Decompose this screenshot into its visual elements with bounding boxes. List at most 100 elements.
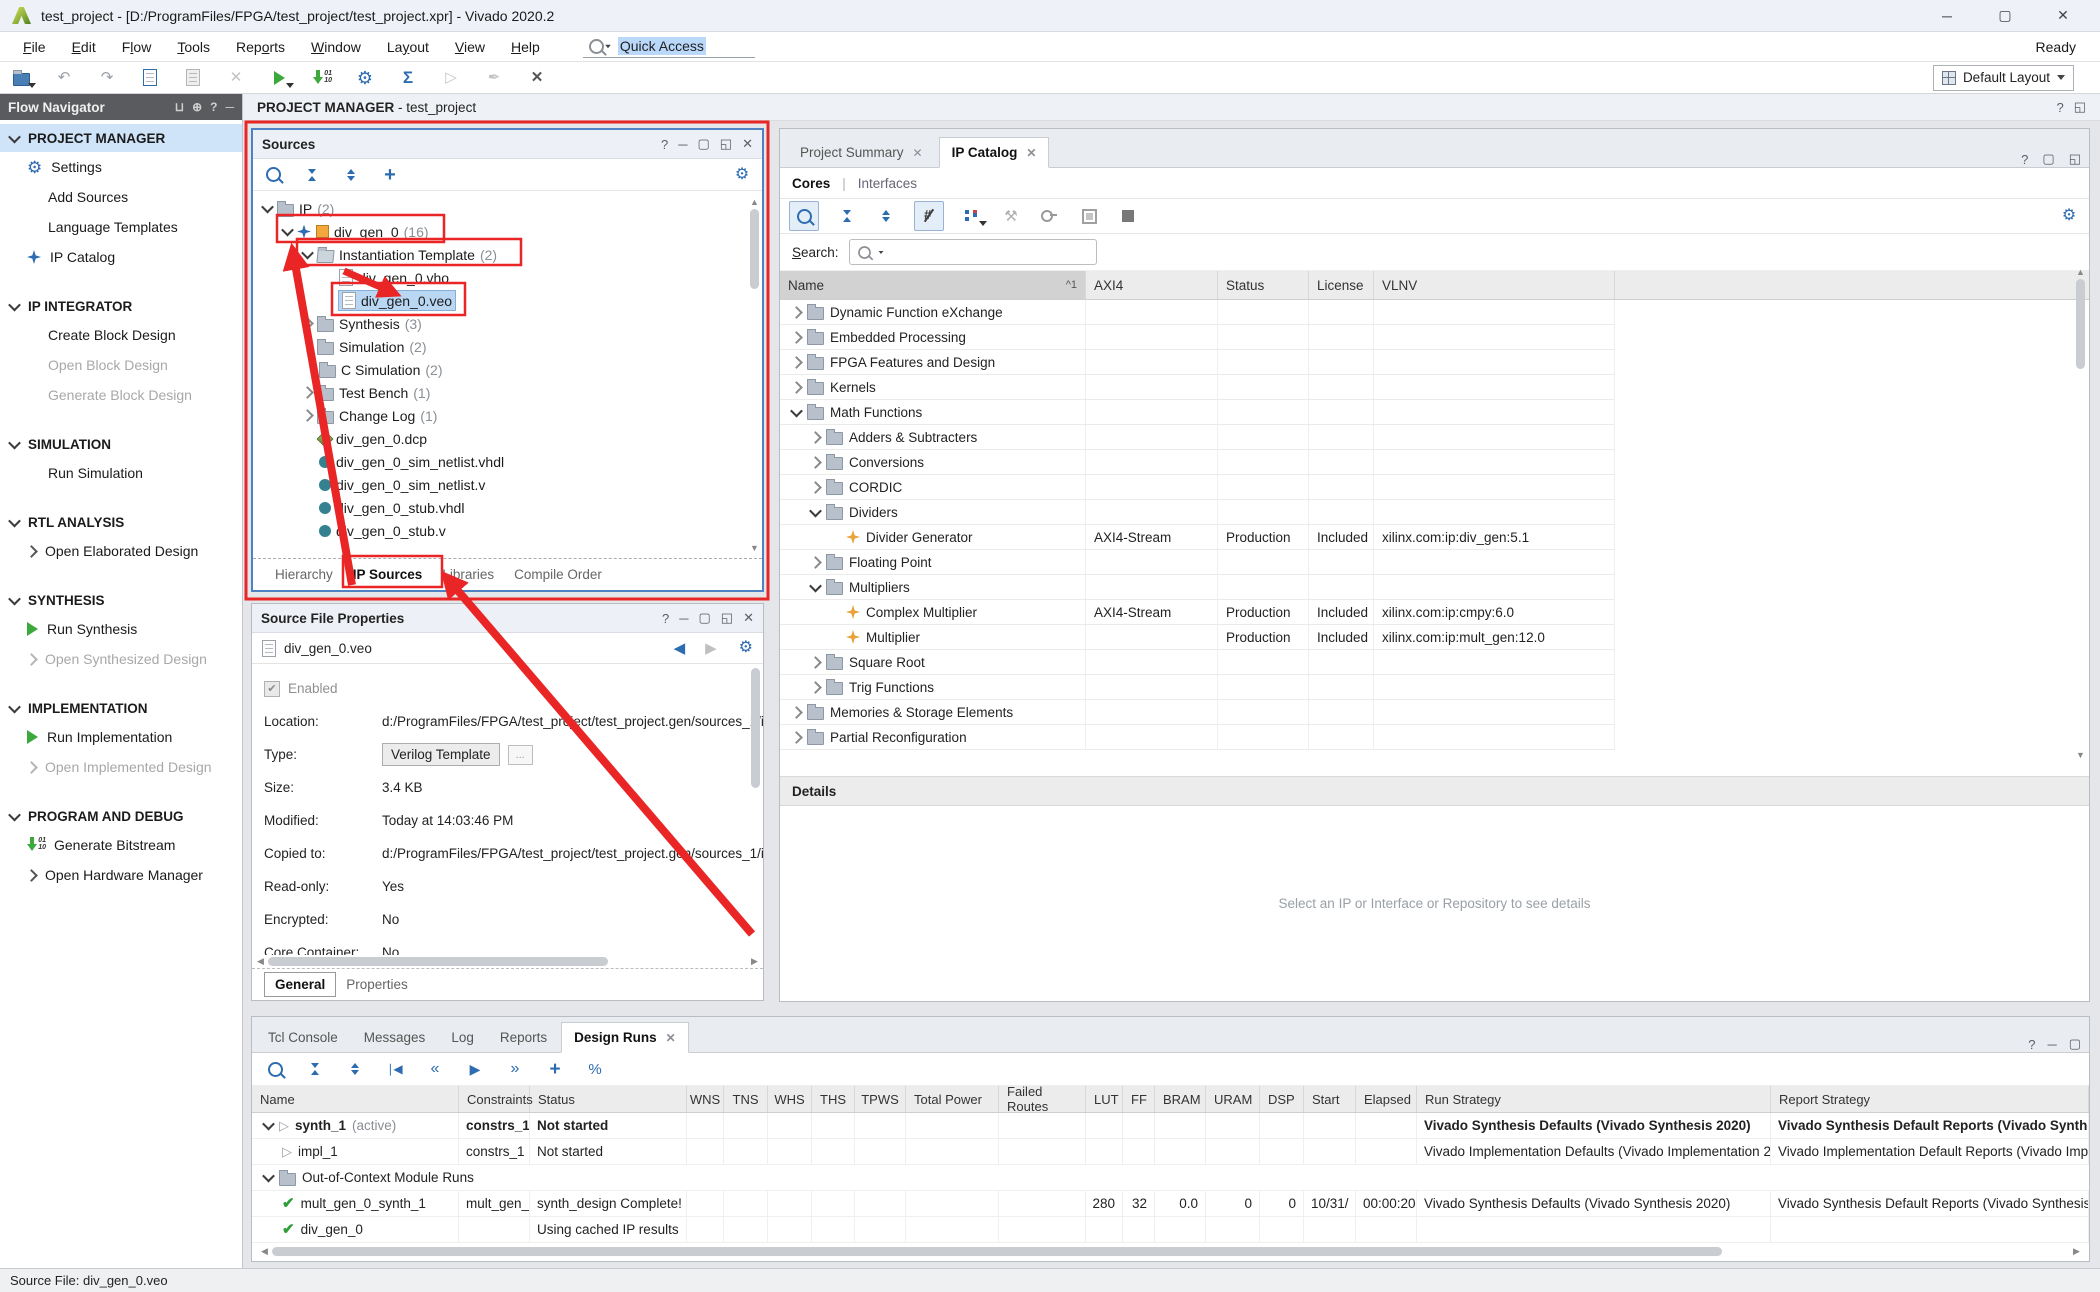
sidebar-section-header[interactable]: RTL ANALYSIS xyxy=(0,508,242,536)
ip-settings-button[interactable] xyxy=(1078,205,1100,227)
step-button[interactable]: ▷ xyxy=(440,67,462,89)
scroll-right-icon[interactable]: ▶ xyxy=(748,955,761,968)
close-icon[interactable]: ✕ xyxy=(913,146,923,160)
maximize-icon[interactable]: ▢ xyxy=(2069,1036,2081,1052)
layout-select[interactable]: Default Layout xyxy=(1933,65,2074,91)
sidebar-item-run-simulation[interactable]: Run Simulation xyxy=(0,458,242,488)
column-header-whs[interactable]: WHS xyxy=(768,1086,812,1112)
scrollbar-vertical[interactable]: ▲ ▼ xyxy=(748,195,761,554)
search-button[interactable] xyxy=(789,201,819,231)
column-header-tns[interactable]: TNS xyxy=(724,1086,768,1112)
scrollbar-vertical[interactable]: ▲ ▼ xyxy=(2074,265,2087,761)
ip-row-divider-generator[interactable]: Divider GeneratorAXI4-StreamProductionIn… xyxy=(780,525,2089,550)
maximize-window-button[interactable]: ▢ xyxy=(1976,1,2034,31)
minimize-window-button[interactable]: ─ xyxy=(1918,1,1976,31)
maximize-icon[interactable]: ▢ xyxy=(698,136,710,152)
expand-all-button[interactable] xyxy=(875,205,897,227)
tab-log[interactable]: Log xyxy=(439,1023,486,1052)
tree-item-instantiation-template[interactable]: Instantiation Template(2) xyxy=(253,243,762,266)
scrollbar-vertical[interactable] xyxy=(749,666,762,953)
add-sources-button[interactable]: + xyxy=(379,164,401,186)
sidebar-item-create-block-design[interactable]: Create Block Design xyxy=(0,320,242,350)
generate-bitstream-button[interactable]: 0110 xyxy=(311,67,333,89)
ip-row-cordic[interactable]: CORDIC xyxy=(780,475,2089,500)
tree-item-div-gen-0-sim-netlist-vhdl[interactable]: div_gen_0_sim_netlist.vhdl xyxy=(253,450,762,473)
column-header-elapsed[interactable]: Elapsed xyxy=(1356,1086,1417,1112)
sidebar-section-header[interactable]: PROJECT MANAGER xyxy=(0,124,242,152)
expand-all-button[interactable] xyxy=(340,164,362,186)
float-icon[interactable]: ◱ xyxy=(721,610,733,626)
run-row-div-gen-0[interactable]: ✔div_gen_0Using cached IP results xyxy=(252,1217,2089,1243)
create-run-button[interactable]: + xyxy=(544,1058,566,1080)
float-icon[interactable]: ◱ xyxy=(2074,99,2086,115)
scroll-down-icon[interactable]: ▼ xyxy=(748,541,761,554)
scrollbar-horizontal[interactable]: ◀ ▶ xyxy=(254,955,761,968)
sidebar-item-ip-catalog[interactable]: IP Catalog xyxy=(0,242,242,272)
scroll-up-icon[interactable]: ▲ xyxy=(748,195,761,208)
scroll-up-icon[interactable]: ▲ xyxy=(2074,265,2087,278)
sidebar-section-header[interactable]: PROGRAM AND DEBUG xyxy=(0,802,242,830)
column-header-name[interactable]: Name xyxy=(252,1086,459,1112)
sidebar-item-generate-block-design[interactable]: Generate Block Design xyxy=(0,380,242,410)
enabled-checkbox[interactable]: ✔ xyxy=(264,681,280,697)
tab-design-runs[interactable]: Design Runs✕ xyxy=(561,1022,689,1053)
column-header-status[interactable]: Status xyxy=(530,1086,687,1112)
maximize-icon[interactable]: ▢ xyxy=(2042,151,2054,167)
ip-row-kernels[interactable]: Kernels xyxy=(780,375,2089,400)
tab-ip-sources[interactable]: IP Sources xyxy=(343,563,433,586)
tree-item-div-gen-0[interactable]: div_gen_0(16) xyxy=(253,220,762,243)
menu-reports[interactable]: Reports xyxy=(223,35,298,59)
minimize-icon[interactable]: ─ xyxy=(2047,1037,2056,1052)
percent-button[interactable]: % xyxy=(584,1058,606,1080)
first-run-button[interactable]: ∣◀ xyxy=(384,1058,406,1080)
tree-item-ip[interactable]: IP(2) xyxy=(253,197,762,220)
column-header-run-strategy[interactable]: Run Strategy xyxy=(1417,1086,1771,1112)
sidebar-item-language-templates[interactable]: Language Templates xyxy=(0,212,242,242)
next-run-button[interactable]: » xyxy=(504,1058,526,1080)
run-row-mult-gen-0-synth-1[interactable]: ✔mult_gen_0_synth_1mult_gen_0synth_desig… xyxy=(252,1191,2089,1217)
tree-item-div-gen-0-dcp[interactable]: div_gen_0.dcp xyxy=(253,427,762,450)
forward-icon[interactable]: ▶ xyxy=(705,641,717,656)
tab-reports[interactable]: Reports xyxy=(488,1023,559,1052)
ip-row-complex-multiplier[interactable]: Complex MultiplierAXI4-StreamProductionI… xyxy=(780,600,2089,625)
sidebar-item-run-synthesis[interactable]: Run Synthesis xyxy=(0,614,242,644)
gear-icon[interactable]: ⚙ xyxy=(739,640,753,656)
settings-button[interactable]: ⚙ xyxy=(2058,205,2080,227)
float-icon[interactable]: ◱ xyxy=(720,136,732,152)
tab-project-summary[interactable]: Project Summary✕ xyxy=(788,138,935,167)
close-window-button[interactable]: ✕ xyxy=(2034,1,2092,31)
tree-item-div-gen-0-stub-vhdl[interactable]: div_gen_0_stub.vhdl xyxy=(253,496,762,519)
sidebar-section-header[interactable]: SYNTHESIS xyxy=(0,586,242,614)
back-icon[interactable]: ◀ xyxy=(674,641,686,656)
ip-row-dividers[interactable]: Dividers xyxy=(780,500,2089,525)
tree-item-div-gen-0-stub-v[interactable]: div_gen_0_stub.v xyxy=(253,519,762,542)
edit-disabled-button[interactable]: ✒ xyxy=(483,67,505,89)
scroll-left-icon[interactable]: ◀ xyxy=(254,955,267,968)
previous-run-button[interactable]: « xyxy=(424,1058,446,1080)
tab-compile-order[interactable]: Compile Order xyxy=(504,563,612,586)
ip-row-embedded-processing[interactable]: Embedded Processing xyxy=(780,325,2089,350)
menu-edit[interactable]: Edit xyxy=(59,35,109,59)
run-button[interactable] xyxy=(268,67,290,89)
sidebar-item-open-block-design[interactable]: Open Block Design xyxy=(0,350,242,380)
ip-row-conversions[interactable]: Conversions xyxy=(780,450,2089,475)
help-icon[interactable]: ? xyxy=(662,611,669,626)
collapse-all-button[interactable] xyxy=(836,205,858,227)
scroll-left-icon[interactable]: ◀ xyxy=(258,1245,271,1258)
minimize-icon[interactable]: ─ xyxy=(225,100,234,114)
sidebar-item-open-hardware-manager[interactable]: Open Hardware Manager xyxy=(0,860,242,890)
help-icon[interactable]: ? xyxy=(2028,1037,2035,1052)
tab-properties[interactable]: Properties xyxy=(336,973,418,996)
scroll-down-icon[interactable]: ▼ xyxy=(2074,748,2087,761)
close-icon[interactable]: ✕ xyxy=(742,136,753,152)
tab-tcl-console[interactable]: Tcl Console xyxy=(256,1023,350,1052)
scrollbar-horizontal[interactable]: ◀ ▶ xyxy=(258,1245,2083,1258)
tree-item-simulation[interactable]: Simulation(2) xyxy=(253,335,762,358)
ip-row-trig-functions[interactable]: Trig Functions xyxy=(780,675,2089,700)
expand-all-button[interactable] xyxy=(344,1058,366,1080)
ip-search-input[interactable] xyxy=(849,239,1097,265)
ip-row-multiplier[interactable]: MultiplierProductionIncludedxilinx.com:i… xyxy=(780,625,2089,650)
ip-row-adders-subtracters[interactable]: Adders & Subtracters xyxy=(780,425,2089,450)
menu-window[interactable]: Window xyxy=(298,35,374,59)
tree-item-change-log[interactable]: Change Log(1) xyxy=(253,404,762,427)
